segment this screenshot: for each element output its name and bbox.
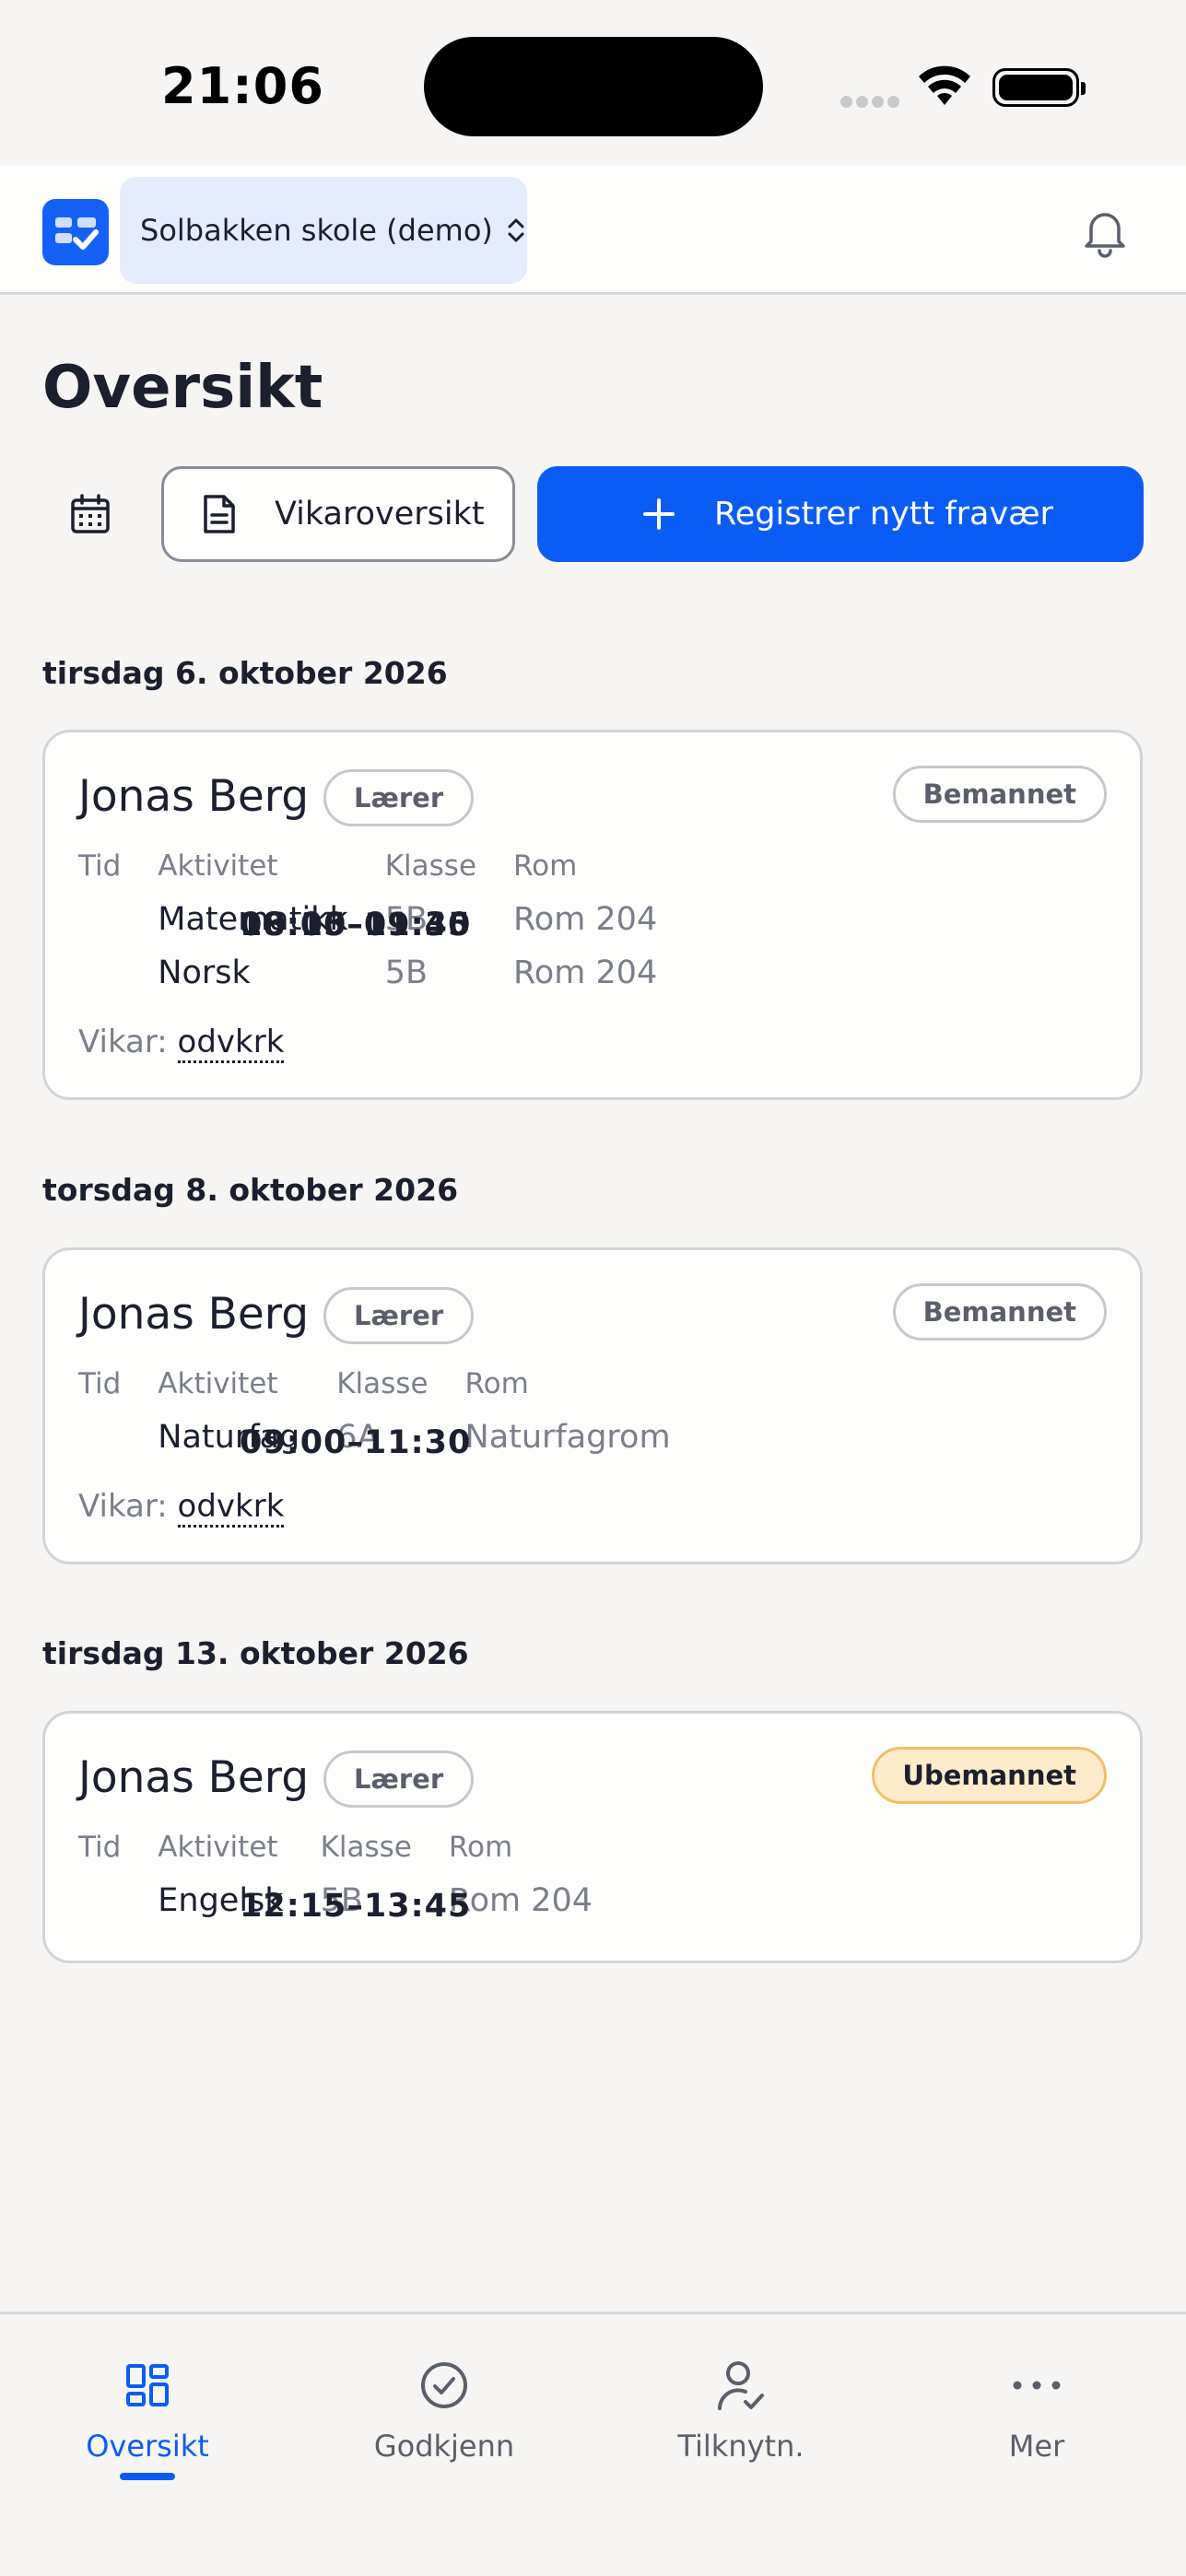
cell-time: 09:00–11:30 xyxy=(240,1424,472,1461)
signal-icon xyxy=(840,94,903,111)
table-row: 09:00–11:30 Naturfag 6A Naturfagrom xyxy=(78,1417,708,1470)
table-header-row: Tid Aktivitet Klasse Rom xyxy=(78,849,694,899)
col-class: Klasse xyxy=(336,1367,429,1400)
status-bar: 21:06 xyxy=(0,0,1186,166)
tab-godkjenn[interactable]: Godkjenn xyxy=(334,2355,555,2464)
col-room: Rom xyxy=(513,849,578,883)
dynamic-island xyxy=(424,37,763,136)
grid-icon xyxy=(126,2364,169,2406)
cell-class: 5B xyxy=(384,954,428,991)
tab-label: Oversikt xyxy=(86,2429,209,2464)
substitute-line: Vikar: odvkrk xyxy=(78,1488,285,1528)
col-room: Rom xyxy=(448,1831,513,1864)
tab-label: Mer xyxy=(1008,2429,1065,2464)
check-circle-icon xyxy=(421,2362,467,2408)
teacher-name: Jonas Berg xyxy=(78,1289,310,1340)
active-tab-indicator xyxy=(120,2473,175,2480)
clock: 21:06 xyxy=(161,57,324,115)
wifi-icon xyxy=(919,65,970,105)
cell-room: Rom 204 xyxy=(513,954,658,991)
calendar-button[interactable] xyxy=(42,466,138,562)
substitute-overview-label: Vikaroversikt xyxy=(275,496,485,533)
role-badge: Lærer xyxy=(323,1751,475,1808)
col-time: Tid xyxy=(78,1831,122,1864)
more-icon xyxy=(1013,2381,1061,2390)
col-time: Tid xyxy=(78,849,122,883)
status-badge: Ubemannet xyxy=(872,1747,1107,1804)
substitute-code[interactable]: odvkrk xyxy=(177,1488,285,1528)
teacher-name: Jonas Berg xyxy=(78,771,310,822)
calendar-icon xyxy=(71,494,110,533)
school-name: Solbakken skole (demo) xyxy=(140,213,493,248)
table-row: 10:00–11:30 Norsk 5B Rom 204 xyxy=(78,907,694,1006)
substitute-prefix: Vikar: xyxy=(78,1024,168,1060)
status-badge: Bemannet xyxy=(892,766,1107,823)
lesson-table: Tid Aktivitet Klasse Rom 08:15–09:45 Mat… xyxy=(78,849,694,1006)
tab-tilknytning[interactable]: Tilknytn. xyxy=(630,2355,851,2464)
col-activity: Aktivitet xyxy=(158,849,278,883)
register-absence-button[interactable]: Registrer nytt fravær xyxy=(537,466,1144,562)
substitute-line: Vikar: odvkrk xyxy=(78,1024,285,1063)
substitute-prefix: Vikar: xyxy=(78,1488,168,1525)
user-check-icon xyxy=(718,2361,764,2410)
status-badge: Bemannet xyxy=(892,1283,1107,1341)
col-class: Klasse xyxy=(384,849,477,883)
lesson-table: Tid Aktivitet Klasse Rom 12:15–13:45 Eng… xyxy=(78,1831,629,1934)
tab-label: Tilknytn. xyxy=(677,2429,804,2464)
school-selector[interactable]: Solbakken skole (demo) xyxy=(120,177,527,284)
date-header: torsdag 8. oktober 2026 xyxy=(42,1172,459,1208)
substitute-overview-button[interactable]: Vikaroversikt xyxy=(161,466,515,562)
cell-room: Rom 204 xyxy=(513,901,658,938)
cell-time: 12:15–13:45 xyxy=(240,1888,472,1925)
tab-mer[interactable]: Mer xyxy=(926,2355,1147,2464)
table-row: 12:15–13:45 Engelsk 5B Rom 204 xyxy=(78,1880,629,1934)
col-activity: Aktivitet xyxy=(158,1367,278,1400)
absence-card[interactable]: Jonas Berg Lærer Ubemannet Tid Aktivitet… xyxy=(42,1711,1143,1963)
lesson-table: Tid Aktivitet Klasse Rom 09:00–11:30 Nat… xyxy=(78,1367,708,1470)
substitute-code[interactable]: odvkrk xyxy=(177,1024,285,1063)
plus-icon xyxy=(643,498,675,530)
col-room: Rom xyxy=(464,1367,529,1400)
tab-label: Godkjenn xyxy=(373,2429,515,2464)
teacher-name: Jonas Berg xyxy=(78,1752,310,1803)
bottom-tab-bar: Oversikt Godkjenn Tilknytn. Mer xyxy=(0,2312,1186,2576)
role-badge: Lærer xyxy=(323,1287,475,1344)
absence-card[interactable]: Jonas Berg Lærer Bemannet Tid Aktivitet … xyxy=(42,1247,1143,1564)
date-header: tirsdag 13. oktober 2026 xyxy=(42,1635,469,1671)
notification-bell-icon[interactable] xyxy=(1076,203,1133,260)
chevron-up-down-icon xyxy=(508,218,524,242)
table-header-row: Tid Aktivitet Klasse Rom xyxy=(78,1831,629,1880)
battery-icon xyxy=(992,68,1086,107)
date-header: tirsdag 6. oktober 2026 xyxy=(42,655,448,691)
app-bar: Solbakken skole (demo) xyxy=(0,166,1186,295)
document-icon xyxy=(204,495,235,533)
table-header-row: Tid Aktivitet Klasse Rom xyxy=(78,1367,708,1417)
role-badge: Lærer xyxy=(323,769,475,826)
app-logo-icon xyxy=(42,199,109,265)
page-title: Oversikt xyxy=(42,354,323,422)
cell-time: 10:00–11:30 xyxy=(240,907,472,943)
tab-oversikt[interactable]: Oversikt xyxy=(37,2355,258,2480)
register-absence-label: Registrer nytt fravær xyxy=(714,496,1053,533)
cell-activity: Norsk xyxy=(158,954,251,991)
col-time: Tid xyxy=(78,1367,122,1400)
absence-card[interactable]: Jonas Berg Lærer Bemannet Tid Aktivitet … xyxy=(42,730,1143,1100)
col-activity: Aktivitet xyxy=(158,1831,278,1864)
col-class: Klasse xyxy=(320,1831,412,1864)
